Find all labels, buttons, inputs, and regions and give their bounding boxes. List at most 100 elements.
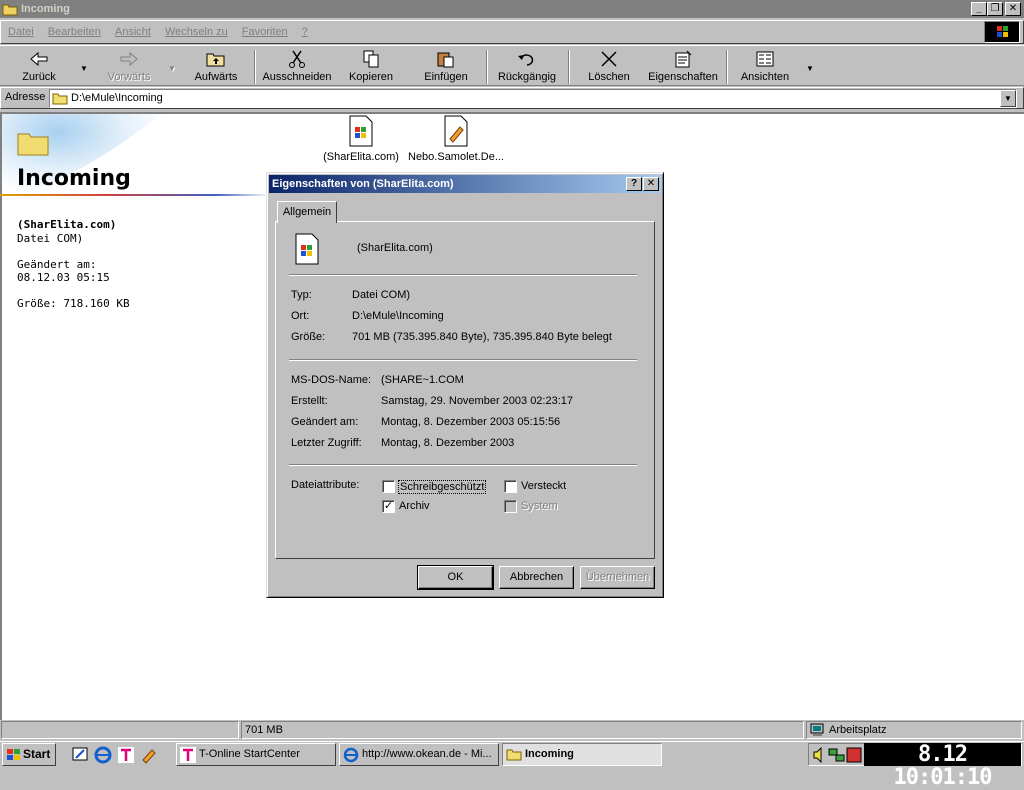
up-label: Aufwärts — [194, 71, 238, 83]
hidden-checkbox[interactable] — [504, 480, 517, 493]
copy-button[interactable]: Kopieren — [342, 48, 400, 86]
divider — [289, 464, 637, 466]
divider — [289, 359, 637, 361]
tray-app-icon[interactable] — [846, 747, 862, 763]
menu-wechseln-zu[interactable]: Wechseln zu — [158, 26, 235, 38]
paste-icon — [436, 50, 456, 68]
start-button[interactable]: Start — [2, 743, 56, 766]
task-button-t-online[interactable]: T-Online StartCenter — [176, 743, 336, 766]
delete-label: Löschen — [588, 71, 630, 83]
status-location-label: Arbeitsplatz — [829, 724, 887, 736]
t-online-icon[interactable] — [117, 746, 135, 764]
status-size: 701 MB — [241, 721, 804, 739]
views-dropdown-icon[interactable]: ▼ — [806, 64, 814, 73]
task-label: http://www.okean.de - Mi... — [362, 748, 492, 760]
file-size-info: Größe: 718.160 KB — [17, 297, 130, 310]
menu-help[interactable]: ? — [295, 26, 315, 38]
task-label: Incoming — [525, 748, 574, 760]
computer-icon — [810, 723, 824, 736]
apply-button: Übernehmen — [580, 566, 655, 589]
readonly-label[interactable]: Schreibgeschützt — [398, 480, 487, 494]
address-dropdown-button[interactable]: ▼ — [1000, 90, 1016, 107]
scissors-icon — [287, 50, 307, 68]
internet-explorer-icon[interactable] — [94, 746, 112, 764]
restore-button[interactable]: ❐ — [987, 2, 1003, 16]
close-button[interactable]: ✕ — [1005, 2, 1021, 16]
tab-allgemein[interactable]: Allgemein — [277, 201, 337, 223]
paste-label: Einfügen — [424, 71, 468, 83]
start-label: Start — [23, 747, 51, 761]
windows-logo-icon — [984, 21, 1020, 43]
up-folder-icon — [206, 50, 226, 68]
paste-button[interactable]: Einfügen — [416, 48, 476, 86]
system-clock[interactable]: 8.12 10:01:10 — [864, 743, 1021, 789]
help-button[interactable]: ? — [626, 177, 642, 191]
menu-bar: Datei Bearbeiten Ansicht Wechseln zu Fav… — [0, 20, 1024, 44]
forward-button[interactable]: Vorwärts — [98, 48, 160, 86]
modified-value: 08.12.03 05:15 — [17, 271, 110, 284]
menu-datei[interactable]: Datei — [1, 26, 41, 38]
forward-dropdown-icon[interactable]: ▼ — [168, 64, 176, 73]
accessed-label: Letzter Zugriff: — [291, 437, 362, 449]
created-label: Erstellt: — [291, 395, 328, 407]
accessed-value: Montag, 8. Dezember 2003 — [381, 437, 515, 449]
back-button[interactable]: Zurück — [8, 48, 70, 86]
msdos-name-label: MS-DOS-Name: — [291, 374, 372, 386]
file-item[interactable]: (SharElita.com) — [322, 115, 400, 163]
archive-label[interactable]: Archiv — [399, 500, 430, 512]
dialog-close-button[interactable]: ✕ — [643, 177, 659, 191]
folder-large-icon — [17, 133, 49, 156]
address-label: Adresse — [5, 91, 46, 103]
cancel-button[interactable]: Abbrechen — [499, 566, 574, 589]
size-value: 701 MB (735.395.840 Byte), 735.395.840 B… — [352, 331, 612, 343]
type-value: Datei COM) — [352, 289, 411, 301]
up-button[interactable]: Aufwärts — [186, 48, 246, 86]
type-label: Typ: — [291, 289, 312, 301]
cut-button[interactable]: Ausschneiden — [260, 48, 334, 86]
delete-button[interactable]: Löschen — [580, 48, 638, 86]
menu-ansicht[interactable]: Ansicht — [108, 26, 158, 38]
views-button[interactable]: Ansichten — [734, 48, 796, 86]
windows-flag-icon — [7, 749, 20, 760]
task-button-incoming[interactable]: Incoming — [502, 743, 662, 766]
selected-file-type: Datei COM) — [17, 232, 84, 245]
menu-bearbeiten[interactable]: Bearbeiten — [41, 26, 108, 38]
menu-favoriten[interactable]: Favoriten — [235, 26, 295, 38]
show-desktop-icon[interactable] — [71, 746, 89, 764]
undo-button[interactable]: Rückgängig — [494, 48, 560, 86]
archive-checkbox[interactable]: ✓ — [382, 500, 395, 513]
hidden-label[interactable]: Versteckt — [521, 480, 566, 492]
msdos-name-value: (SHARE~1.COM — [381, 374, 464, 386]
ok-button[interactable]: OK — [417, 565, 494, 590]
properties-button[interactable]: Eigenschaften — [646, 48, 720, 86]
task-button-browser[interactable]: http://www.okean.de - Mi... — [339, 743, 499, 766]
file-item-label: Nebo.Samolet.De... — [408, 151, 504, 163]
task-label: T-Online StartCenter — [199, 748, 300, 760]
file-icon — [444, 115, 468, 147]
minimize-button[interactable]: _ — [971, 2, 987, 16]
back-label: Zurück — [22, 71, 56, 83]
forward-arrow-icon — [119, 50, 139, 68]
modified-date-value: Montag, 8. Dezember 2003 05:15:56 — [381, 416, 561, 428]
dialog-title-bar[interactable]: Eigenschaften von (SharElita.com) — [269, 175, 661, 193]
size-label: Größe: — [291, 331, 326, 343]
modified-date-label: Geändert am: — [291, 416, 359, 428]
properties-icon — [673, 50, 693, 68]
window-title-bar[interactable]: Incoming — [0, 0, 1024, 18]
modified-label: Geändert am: — [17, 258, 97, 271]
launch-app-icon[interactable] — [140, 746, 158, 764]
dialog-file-name: (SharElita.com) — [357, 242, 433, 254]
copy-icon — [361, 50, 381, 68]
views-label: Ansichten — [740, 71, 790, 83]
address-input[interactable] — [49, 89, 1017, 108]
speaker-icon[interactable] — [812, 747, 826, 763]
readonly-checkbox[interactable] — [382, 480, 395, 493]
delete-x-icon — [599, 50, 619, 68]
network-icon[interactable] — [828, 747, 846, 763]
forward-label: Vorwärts — [107, 71, 151, 83]
system-label: System — [521, 500, 558, 512]
com-file-icon — [295, 233, 319, 265]
back-dropdown-icon[interactable]: ▼ — [80, 64, 88, 73]
views-icon — [755, 50, 775, 68]
file-item[interactable]: Nebo.Samolet.De... — [408, 115, 504, 163]
